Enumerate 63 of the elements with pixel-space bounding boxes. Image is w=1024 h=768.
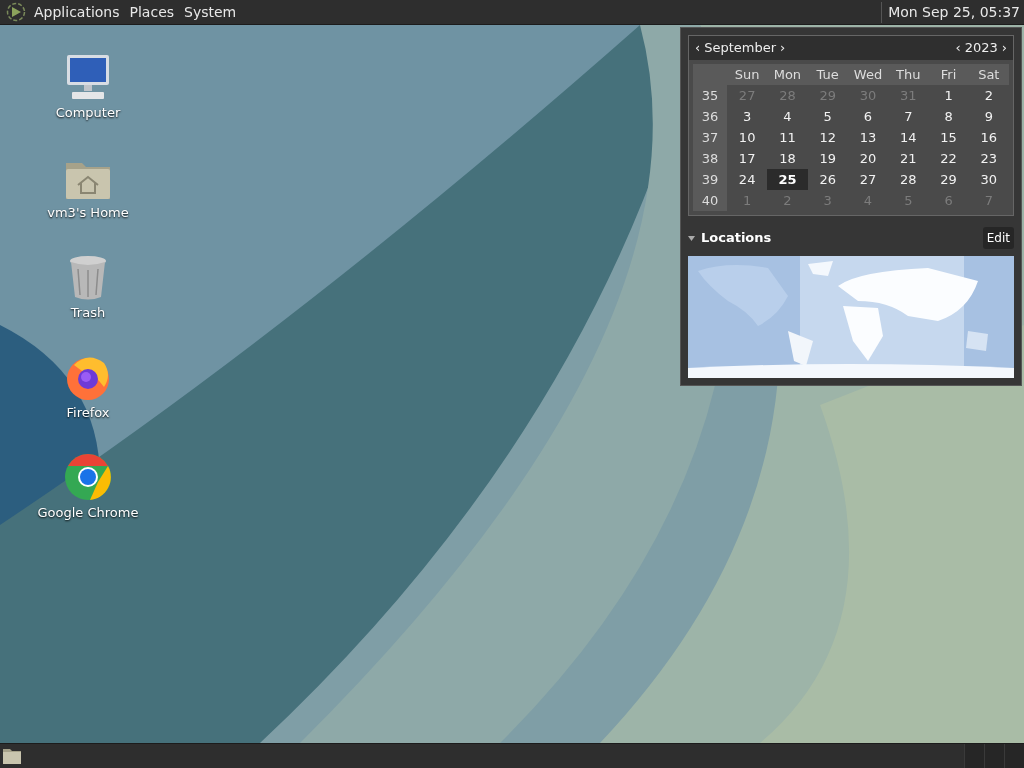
locations-title: Locations xyxy=(701,229,773,248)
calendar-day[interactable]: 26 xyxy=(807,169,848,190)
week-number: 39 xyxy=(700,170,720,189)
calendar-day[interactable]: 8 xyxy=(928,106,969,127)
weekday-header: Fri xyxy=(939,65,958,84)
calendar-day[interactable]: 25 xyxy=(767,169,808,190)
calendar-day[interactable]: 4 xyxy=(767,106,808,127)
panel-menu[interactable]: Places xyxy=(125,1,179,23)
week-number: 37 xyxy=(700,128,720,147)
next-year-button[interactable]: › xyxy=(999,38,1009,58)
year-label: 2023 xyxy=(963,39,999,58)
calendar-day[interactable]: 28 xyxy=(888,169,929,190)
chrome-icon xyxy=(64,453,112,501)
calendar-day[interactable]: 6 xyxy=(847,106,889,127)
calendar-day[interactable]: 13 xyxy=(847,127,889,148)
desktop-icon-label[interactable]: Firefox xyxy=(66,403,110,423)
desktop-icon-label[interactable]: Google Chrome xyxy=(37,503,139,523)
previous-year-button[interactable]: ‹ xyxy=(953,38,963,58)
week-number: 35 xyxy=(700,86,720,105)
weekday-header: Wed xyxy=(852,65,884,84)
weekday-header: Thu xyxy=(895,65,922,84)
weekday-header: Sun xyxy=(733,65,761,84)
calendar-day[interactable]: 3 xyxy=(727,106,768,127)
calendar-day[interactable]: 30 xyxy=(968,169,1009,190)
calendar-day[interactable]: 14 xyxy=(888,127,929,148)
calendar-day[interactable]: 16 xyxy=(968,127,1009,148)
weekday-header: Sat xyxy=(977,65,1001,84)
calendar-day[interactable]: 7 xyxy=(888,106,929,127)
trash-icon xyxy=(68,255,108,301)
previous-month-button[interactable]: ‹ xyxy=(693,38,703,58)
calendar-day[interactable]: 20 xyxy=(847,148,889,169)
calendar-day[interactable]: 29 xyxy=(928,169,969,190)
month-label: September xyxy=(703,39,778,58)
calendar-day[interactable]: 24 xyxy=(727,169,768,190)
calendar-day[interactable]: 21 xyxy=(888,148,929,169)
panel-menu[interactable]: Applications xyxy=(30,1,124,23)
calendar-day[interactable]: 17 xyxy=(727,148,768,169)
next-month-button[interactable]: › xyxy=(778,38,788,58)
weekday-header: Mon xyxy=(772,65,803,84)
logo-icon[interactable] xyxy=(6,2,26,22)
week-number: 38 xyxy=(700,149,720,168)
calendar-day[interactable]: 23 xyxy=(968,148,1009,169)
desktop-folder-icon[interactable] xyxy=(2,747,22,765)
calendar-day[interactable]: 27 xyxy=(847,169,889,190)
calendar-day[interactable]: 12 xyxy=(807,127,848,148)
calendar-day[interactable]: 1 xyxy=(928,85,969,106)
calendar-day[interactable]: 2 xyxy=(968,85,1009,106)
panel-menu[interactable]: System xyxy=(180,1,241,23)
weekday-header: Tue xyxy=(815,65,840,84)
expander-icon[interactable] xyxy=(688,235,695,241)
calendar-day[interactable]: 10 xyxy=(727,127,768,148)
calendar-day[interactable]: 5 xyxy=(807,106,848,127)
panel-clock[interactable]: Mon Sep 25, 05:37 xyxy=(881,1,1020,23)
week-number: 40 xyxy=(700,191,720,210)
calendar-day[interactable]: 22 xyxy=(928,148,969,169)
calendar-day[interactable]: 9 xyxy=(968,106,1009,127)
calendar-day[interactable]: 15 xyxy=(928,127,969,148)
edit-button[interactable]: Edit xyxy=(982,227,1014,249)
calendar-day[interactable]: 11 xyxy=(767,127,808,148)
week-number: 36 xyxy=(700,107,720,126)
computer-icon xyxy=(64,53,112,101)
calendar-day[interactable]: 19 xyxy=(807,148,848,169)
calendar-day[interactable]: 18 xyxy=(767,148,808,169)
